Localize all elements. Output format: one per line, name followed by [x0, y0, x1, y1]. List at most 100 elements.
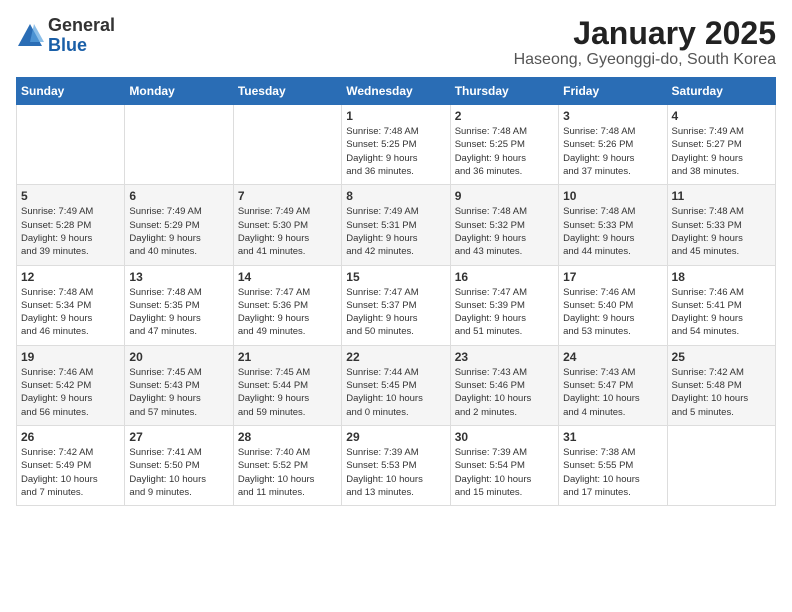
day-number: 1 — [346, 109, 445, 123]
calendar-cell — [667, 425, 775, 505]
calendar-cell: 8Sunrise: 7:49 AM Sunset: 5:31 PM Daylig… — [342, 185, 450, 265]
weekday-header-sunday: Sunday — [17, 78, 125, 105]
calendar-cell: 27 Sunrise: 7:41 AM Sunset: 5:50 PM Dayli… — [125, 425, 233, 505]
calendar-title: January 2025 — [514, 16, 776, 51]
calendar-cell: 1 Sunrise: 7:48 AM Sunset: 5:25 PM Daylig… — [342, 105, 450, 185]
cell-content: Sunrise: 7:43 AM Sunset: 5:47 PM Dayligh… — [563, 366, 662, 419]
calendar-cell: 22 Sunrise: 7:44 AM Sunset: 5:45 PM Dayli… — [342, 345, 450, 425]
cell-content: Sunrise: 7:49 AM Sunset: 5:29 PM Dayligh… — [129, 205, 228, 258]
day-number: 22 — [346, 350, 445, 364]
cell-content: Sunrise: 7:45 AM Sunset: 5:43 PM Dayligh… — [129, 366, 228, 419]
logo-text: General Blue — [48, 16, 115, 56]
calendar-cell — [17, 105, 125, 185]
cell-content: Sunrise: 7:48 AM Sunset: 5:25 PM Dayligh… — [455, 125, 554, 178]
weekday-header-monday: Monday — [125, 78, 233, 105]
day-number: 18 — [672, 270, 771, 284]
weekday-header-tuesday: Tuesday — [233, 78, 341, 105]
cell-content: Sunrise: 7:47 AM Sunset: 5:36 PM Dayligh… — [238, 286, 337, 339]
calendar-cell: 6Sunrise: 7:49 AM Sunset: 5:29 PM Daylig… — [125, 185, 233, 265]
weekday-header-friday: Friday — [559, 78, 667, 105]
calendar-cell: 14 Sunrise: 7:47 AM Sunset: 5:36 PM Dayli… — [233, 265, 341, 345]
day-number: 10 — [563, 189, 662, 203]
cell-content: Sunrise: 7:46 AM Sunset: 5:42 PM Dayligh… — [21, 366, 120, 419]
day-number: 28 — [238, 430, 337, 444]
calendar-cell — [125, 105, 233, 185]
day-number: 31 — [563, 430, 662, 444]
calendar-cell: 5 Sunrise: 7:49 AM Sunset: 5:28 PM Daylig… — [17, 185, 125, 265]
cell-content: Sunrise: 7:41 AM Sunset: 5:50 PM Dayligh… — [129, 446, 228, 499]
cell-content: Sunrise: 7:46 AM Sunset: 5:40 PM Dayligh… — [563, 286, 662, 339]
day-number: 14 — [238, 270, 337, 284]
calendar-cell: 21Sunrise: 7:45 AM Sunset: 5:44 PM Dayli… — [233, 345, 341, 425]
cell-content: Sunrise: 7:48 AM Sunset: 5:33 PM Dayligh… — [563, 205, 662, 258]
calendar-cell: 15Sunrise: 7:47 AM Sunset: 5:37 PM Dayli… — [342, 265, 450, 345]
cell-content: Sunrise: 7:40 AM Sunset: 5:52 PM Dayligh… — [238, 446, 337, 499]
calendar-cell: 24Sunrise: 7:43 AM Sunset: 5:47 PM Dayli… — [559, 345, 667, 425]
calendar-cell: 18 Sunrise: 7:46 AM Sunset: 5:41 PM Dayli… — [667, 265, 775, 345]
day-number: 23 — [455, 350, 554, 364]
calendar-cell: 16 Sunrise: 7:47 AM Sunset: 5:39 PM Dayli… — [450, 265, 558, 345]
day-number: 5 — [21, 189, 120, 203]
day-number: 3 — [563, 109, 662, 123]
title-area: January 2025 Haseong, Gyeonggi-do, South… — [514, 16, 776, 69]
calendar-week-row: 19 Sunrise: 7:46 AM Sunset: 5:42 PM Dayli… — [17, 345, 776, 425]
calendar-cell — [233, 105, 341, 185]
calendar-cell: 25 Sunrise: 7:42 AM Sunset: 5:48 PM Dayli… — [667, 345, 775, 425]
calendar-cell: 19 Sunrise: 7:46 AM Sunset: 5:42 PM Dayli… — [17, 345, 125, 425]
day-number: 29 — [346, 430, 445, 444]
day-number: 16 — [455, 270, 554, 284]
day-number: 20 — [129, 350, 228, 364]
day-number: 8 — [346, 189, 445, 203]
day-number: 2 — [455, 109, 554, 123]
day-number: 30 — [455, 430, 554, 444]
cell-content: Sunrise: 7:49 AM Sunset: 5:28 PM Dayligh… — [21, 205, 120, 258]
calendar-week-row: 12 Sunrise: 7:48 AM Sunset: 5:34 PM Dayli… — [17, 265, 776, 345]
cell-content: Sunrise: 7:39 AM Sunset: 5:53 PM Dayligh… — [346, 446, 445, 499]
day-number: 25 — [672, 350, 771, 364]
logo-icon — [16, 22, 44, 50]
cell-content: Sunrise: 7:42 AM Sunset: 5:49 PM Dayligh… — [21, 446, 120, 499]
cell-content: Sunrise: 7:49 AM Sunset: 5:30 PM Dayligh… — [238, 205, 337, 258]
day-number: 21 — [238, 350, 337, 364]
cell-content: Sunrise: 7:46 AM Sunset: 5:41 PM Dayligh… — [672, 286, 771, 339]
calendar-cell: 10 Sunrise: 7:48 AM Sunset: 5:33 PM Dayli… — [559, 185, 667, 265]
cell-content: Sunrise: 7:38 AM Sunset: 5:55 PM Dayligh… — [563, 446, 662, 499]
day-number: 13 — [129, 270, 228, 284]
calendar-cell: 29 Sunrise: 7:39 AM Sunset: 5:53 PM Dayli… — [342, 425, 450, 505]
weekday-header-thursday: Thursday — [450, 78, 558, 105]
calendar-cell: 17Sunrise: 7:46 AM Sunset: 5:40 PM Dayli… — [559, 265, 667, 345]
cell-content: Sunrise: 7:48 AM Sunset: 5:35 PM Dayligh… — [129, 286, 228, 339]
calendar-cell: 3 Sunrise: 7:48 AM Sunset: 5:26 PM Daylig… — [559, 105, 667, 185]
day-number: 26 — [21, 430, 120, 444]
cell-content: Sunrise: 7:44 AM Sunset: 5:45 PM Dayligh… — [346, 366, 445, 419]
calendar-cell: 7Sunrise: 7:49 AM Sunset: 5:30 PM Daylig… — [233, 185, 341, 265]
day-number: 27 — [129, 430, 228, 444]
logo-blue: Blue — [48, 35, 87, 55]
weekday-header-row: SundayMondayTuesdayWednesdayThursdayFrid… — [17, 78, 776, 105]
calendar-week-row: 5 Sunrise: 7:49 AM Sunset: 5:28 PM Daylig… — [17, 185, 776, 265]
day-number: 19 — [21, 350, 120, 364]
cell-content: Sunrise: 7:48 AM Sunset: 5:33 PM Dayligh… — [672, 205, 771, 258]
cell-content: Sunrise: 7:48 AM Sunset: 5:34 PM Dayligh… — [21, 286, 120, 339]
cell-content: Sunrise: 7:47 AM Sunset: 5:39 PM Dayligh… — [455, 286, 554, 339]
calendar-week-row: 1 Sunrise: 7:48 AM Sunset: 5:25 PM Daylig… — [17, 105, 776, 185]
calendar-cell: 28 Sunrise: 7:40 AM Sunset: 5:52 PM Dayli… — [233, 425, 341, 505]
calendar-week-row: 26 Sunrise: 7:42 AM Sunset: 5:49 PM Dayli… — [17, 425, 776, 505]
cell-content: Sunrise: 7:48 AM Sunset: 5:32 PM Dayligh… — [455, 205, 554, 258]
logo-general: General — [48, 15, 115, 35]
cell-content: Sunrise: 7:42 AM Sunset: 5:48 PM Dayligh… — [672, 366, 771, 419]
cell-content: Sunrise: 7:48 AM Sunset: 5:26 PM Dayligh… — [563, 125, 662, 178]
cell-content: Sunrise: 7:48 AM Sunset: 5:25 PM Dayligh… — [346, 125, 445, 178]
cell-content: Sunrise: 7:43 AM Sunset: 5:46 PM Dayligh… — [455, 366, 554, 419]
calendar-cell: 26 Sunrise: 7:42 AM Sunset: 5:49 PM Dayli… — [17, 425, 125, 505]
calendar-cell: 9Sunrise: 7:48 AM Sunset: 5:32 PM Daylig… — [450, 185, 558, 265]
cell-content: Sunrise: 7:49 AM Sunset: 5:27 PM Dayligh… — [672, 125, 771, 178]
day-number: 12 — [21, 270, 120, 284]
day-number: 4 — [672, 109, 771, 123]
cell-content: Sunrise: 7:39 AM Sunset: 5:54 PM Dayligh… — [455, 446, 554, 499]
calendar-cell: 23 Sunrise: 7:43 AM Sunset: 5:46 PM Dayli… — [450, 345, 558, 425]
calendar-table: SundayMondayTuesdayWednesdayThursdayFrid… — [16, 77, 776, 506]
calendar-cell: 31 Sunrise: 7:38 AM Sunset: 5:55 PM Dayli… — [559, 425, 667, 505]
weekday-header-wednesday: Wednesday — [342, 78, 450, 105]
calendar-cell: 20 Sunrise: 7:45 AM Sunset: 5:43 PM Dayli… — [125, 345, 233, 425]
